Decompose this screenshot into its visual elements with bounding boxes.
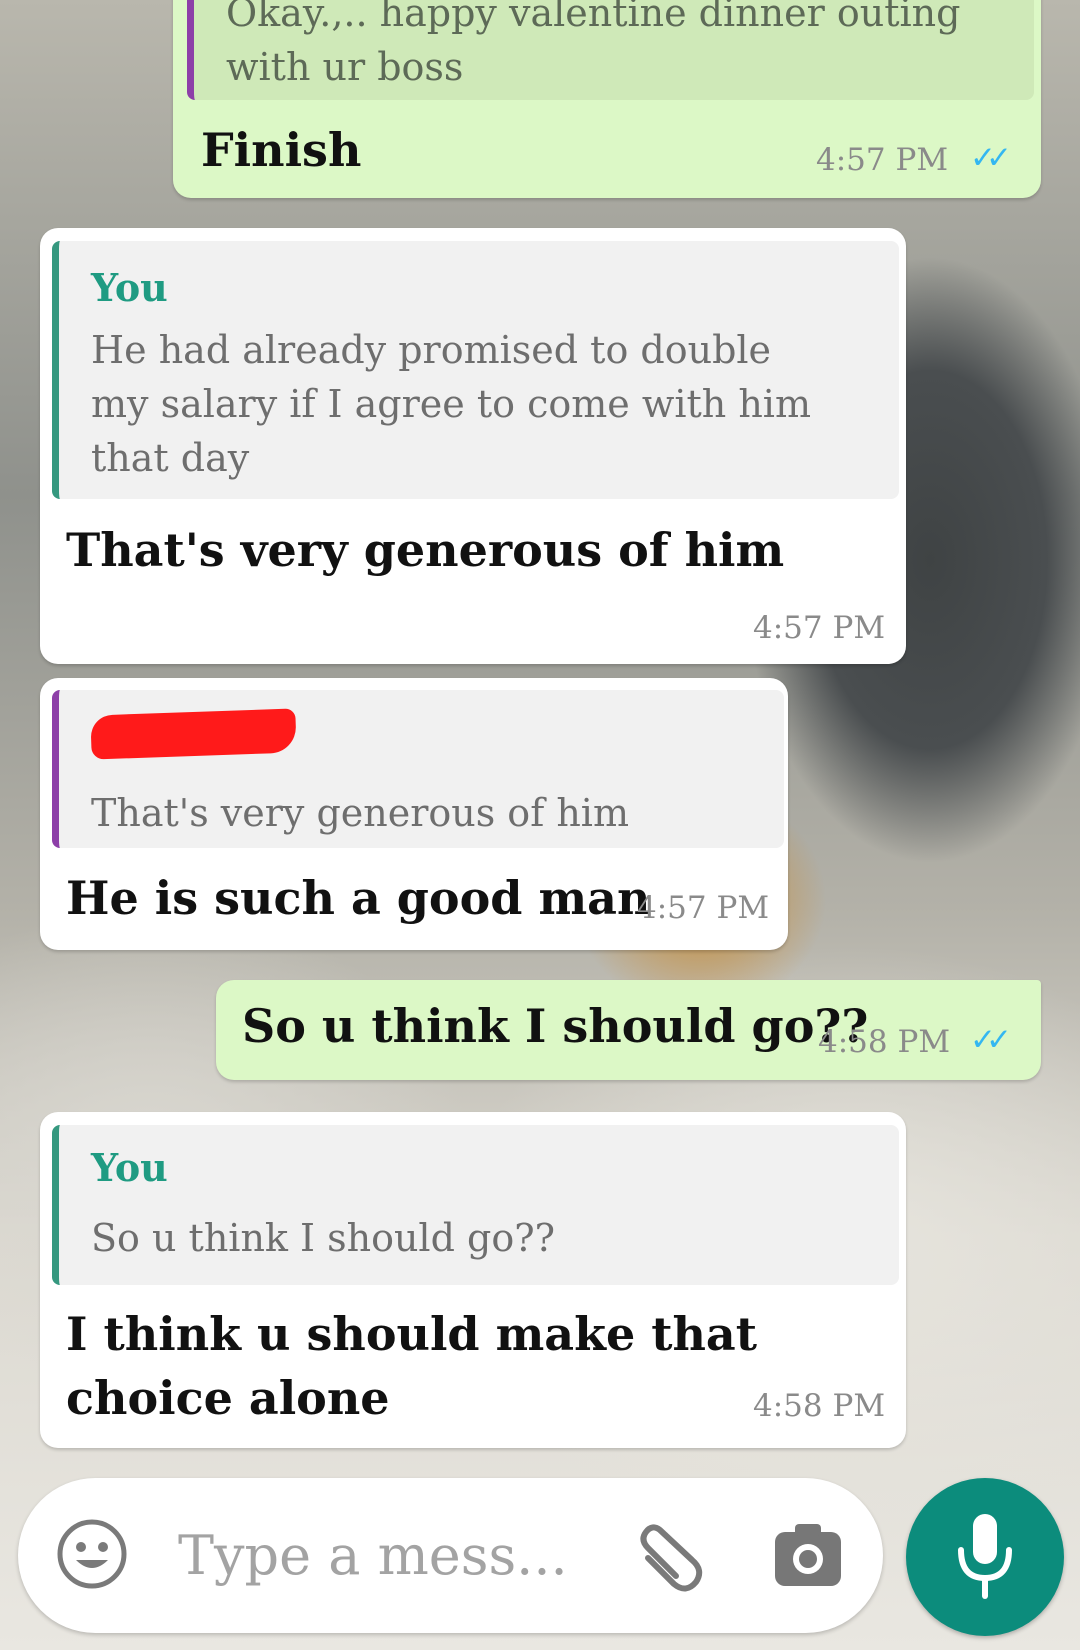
message-text: That's very generous of him (66, 523, 785, 577)
quoted-message-text: That's very generous of him (91, 791, 629, 835)
message-time: 4:57 PM (753, 610, 886, 646)
quoted-message-text: So u think I should go?? (91, 1216, 555, 1260)
message-bubble-incoming[interactable]: That's very generous of him He is such a… (40, 678, 788, 950)
double-check-read-icon: ✓✓ (970, 140, 1012, 176)
message-time: 4:58 PM (818, 1024, 951, 1060)
quoted-message[interactable]: You He had already promised to double my… (52, 241, 899, 499)
message-time: 4:57 PM (637, 890, 770, 926)
message-input-bar (18, 1478, 883, 1633)
message-text: I think u should make that choice alone (66, 1307, 757, 1425)
paperclip-icon[interactable] (626, 1518, 706, 1598)
quoted-message[interactable]: That's very generous of him (52, 690, 784, 848)
quoted-message[interactable]: Okay.,.. happy valentine dinner outing w… (187, 0, 1034, 100)
message-bubble-outgoing[interactable]: So u think I should go?? 4:58 PM ✓✓ (216, 980, 1041, 1080)
camera-icon[interactable] (773, 1522, 843, 1588)
message-bubble-incoming[interactable]: You So u think I should go?? I think u s… (40, 1112, 906, 1448)
quoted-message[interactable]: You So u think I should go?? (52, 1125, 899, 1285)
redacted-author-mark (90, 708, 297, 760)
message-text: So u think I should go?? (242, 999, 869, 1053)
microphone-button[interactable] (906, 1478, 1064, 1636)
message-input[interactable] (176, 1524, 620, 1586)
message-text: Finish (201, 123, 362, 177)
quoted-message-text: He had already promised to double my sal… (91, 328, 811, 480)
message-time: 4:57 PM (816, 142, 949, 178)
double-check-read-icon: ✓✓ (970, 1022, 1012, 1058)
microphone-icon (955, 1512, 1015, 1602)
quoted-message-text: Okay.,.. happy valentine dinner outing w… (226, 0, 961, 89)
quoted-author: You (91, 265, 168, 310)
message-time: 4:58 PM (753, 1388, 886, 1424)
message-bubble-incoming[interactable]: You He had already promised to double my… (40, 228, 906, 664)
message-bubble-outgoing[interactable]: Okay.,.. happy valentine dinner outing w… (173, 0, 1041, 198)
message-text: He is such a good man (66, 871, 651, 925)
quoted-author: You (91, 1145, 168, 1190)
emoji-icon[interactable] (56, 1518, 128, 1590)
